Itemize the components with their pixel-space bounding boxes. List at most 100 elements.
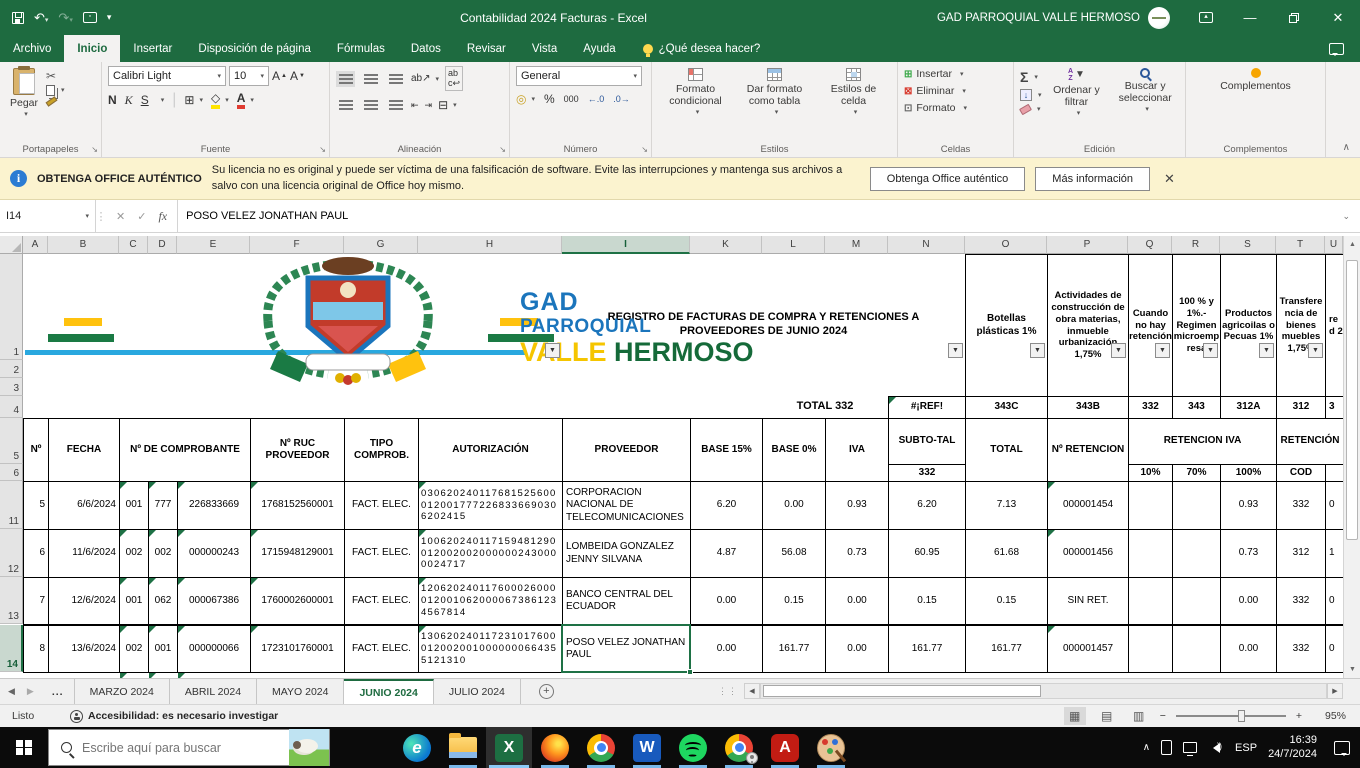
- cell[interactable]: 1723101760001: [250, 625, 345, 673]
- tab-datos[interactable]: Datos: [398, 35, 454, 62]
- fill-icon[interactable]: ↓▾: [1020, 89, 1042, 101]
- percent-style-icon[interactable]: %: [544, 92, 555, 106]
- close-icon[interactable]: ✕: [1316, 0, 1360, 35]
- cell[interactable]: 61.68: [965, 529, 1048, 578]
- cell[interactable]: 0.00: [1220, 577, 1277, 625]
- cell[interactable]: CORPORACION NACIONAL DE TELECOMUNICACION…: [562, 481, 691, 530]
- cell[interactable]: 0306202401176815256000120017772268336690…: [418, 481, 563, 530]
- cell[interactable]: 0.00: [825, 625, 889, 673]
- page-break-view-icon[interactable]: ▥: [1128, 707, 1150, 725]
- cancel-icon[interactable]: ✕: [116, 210, 125, 223]
- cell[interactable]: 312: [1276, 529, 1326, 578]
- get-office-button[interactable]: Obtenga Office auténtico: [870, 167, 1026, 191]
- row-header-1[interactable]: 1: [0, 254, 23, 360]
- cell[interactable]: 1768152560001: [250, 481, 345, 530]
- cell[interactable]: RETENCIÓN: [1276, 418, 1343, 465]
- cell[interactable]: Nº DE COMPROBANTE: [119, 418, 251, 482]
- cell[interactable]: 4.87: [690, 529, 763, 578]
- cell[interactable]: FACT. ELEC.: [344, 625, 419, 673]
- cell[interactable]: 100%: [1220, 464, 1277, 482]
- close-warning-icon[interactable]: ✕: [1164, 171, 1175, 187]
- cell[interactable]: 0.00: [690, 625, 763, 673]
- paste-button[interactable]: Pegar▾: [6, 66, 42, 139]
- cell[interactable]: BANCO CENTRAL DEL ECUADOR: [562, 577, 691, 625]
- undo-icon[interactable]: ↶▾: [34, 11, 48, 24]
- cell[interactable]: LOMBEIDA GONZALEZ JENNY SILVANA: [562, 529, 691, 578]
- taskbar-paint[interactable]: [808, 727, 854, 768]
- cell[interactable]: Cuando no hay retención: [1128, 254, 1173, 397]
- cell[interactable]: 0.00: [690, 577, 763, 625]
- print-preview-icon[interactable]: ▫: [83, 12, 97, 23]
- cell[interactable]: FACT. ELEC.: [344, 529, 419, 578]
- scroll-left-icon[interactable]: ◀: [744, 683, 760, 699]
- taskbar-chrome-profile[interactable]: [716, 727, 762, 768]
- cell[interactable]: 000001454: [1047, 481, 1129, 530]
- fill-handle[interactable]: [687, 669, 693, 675]
- cell[interactable]: 1206202401176000260000120010620000673861…: [418, 577, 563, 625]
- row-header-11[interactable]: 11: [0, 481, 23, 529]
- cell[interactable]: SIN RET.: [1047, 577, 1129, 625]
- col-header-D[interactable]: D: [148, 236, 177, 254]
- vertical-scrollbar[interactable]: ▲ ▼: [1343, 236, 1360, 678]
- row-header-6[interactable]: 6: [0, 464, 23, 481]
- row-header-13[interactable]: 13: [0, 577, 23, 624]
- col-header-U[interactable]: U: [1325, 236, 1343, 254]
- zoom-out-icon[interactable]: −: [1160, 710, 1166, 722]
- align-left-icon[interactable]: [336, 97, 355, 113]
- sheet-tab-mayo[interactable]: MAYO 2024: [257, 679, 344, 704]
- new-sheet-button[interactable]: +: [539, 679, 554, 704]
- align-bottom-icon[interactable]: [386, 71, 405, 87]
- col-header-B[interactable]: B: [48, 236, 119, 254]
- delete-cells-button[interactable]: ⊠Eliminar▾: [904, 85, 1007, 97]
- cell[interactable]: 6.20: [888, 481, 966, 530]
- cell[interactable]: FACT. ELEC.: [344, 481, 419, 530]
- zoom-in-icon[interactable]: +: [1296, 710, 1302, 722]
- cell[interactable]: Botellas plásticas 1%: [965, 254, 1048, 397]
- cell[interactable]: IVA: [825, 418, 889, 482]
- grow-font-icon[interactable]: A▲: [272, 69, 287, 83]
- tab-vista[interactable]: Vista: [519, 35, 570, 62]
- formula-input[interactable]: POSO VELEZ JONATHAN PAUL: [178, 200, 1332, 232]
- cell[interactable]: 6.20: [690, 481, 763, 530]
- device-icon[interactable]: [1161, 740, 1172, 755]
- hidden-icons-chevron[interactable]: ∧: [1143, 742, 1150, 753]
- cell[interactable]: [1128, 577, 1173, 625]
- cell[interactable]: 332: [1128, 396, 1173, 419]
- cell[interactable]: 0: [1325, 625, 1343, 673]
- worksheet-grid[interactable]: GAD PARROQUIAL VALLE HERMOSO ABCDEFGHIKL…: [0, 236, 1343, 678]
- cell[interactable]: 8: [23, 625, 49, 673]
- col-header-Q[interactable]: Q: [1128, 236, 1172, 254]
- row-header-3[interactable]: 3: [0, 378, 23, 396]
- cell[interactable]: 6/6/2024: [48, 481, 120, 530]
- col-header-I[interactable]: I: [562, 236, 690, 254]
- language-indicator[interactable]: ESP: [1235, 742, 1257, 754]
- redo-icon[interactable]: ↷▾: [58, 11, 72, 24]
- cell[interactable]: [1172, 625, 1221, 673]
- underline-dropdown-icon[interactable]: ▾: [161, 96, 165, 104]
- accounting-format-icon[interactable]: ◎▾: [516, 92, 535, 106]
- minimize-icon[interactable]: —: [1228, 0, 1272, 35]
- cell[interactable]: COD: [1276, 464, 1326, 482]
- cell[interactable]: 343: [1172, 396, 1221, 419]
- cell[interactable]: Actividades de construcción de obra mate…: [1047, 254, 1129, 397]
- insert-function-icon[interactable]: fx: [158, 209, 167, 224]
- cell[interactable]: 100 % y 1%.- Regimen microempresa: [1172, 254, 1221, 397]
- filter-dropdown-icon[interactable]: ▼: [1259, 343, 1274, 358]
- cell[interactable]: 7: [23, 577, 49, 625]
- cell[interactable]: 1006202401171594812900120020020000002430…: [418, 529, 563, 578]
- cell[interactable]: TOTAL 332: [762, 396, 888, 418]
- col-header-O[interactable]: O: [965, 236, 1047, 254]
- sheet-nav-left-icon[interactable]: ◀: [8, 686, 15, 697]
- taskbar-search[interactable]: [48, 729, 330, 766]
- filter-dropdown-icon[interactable]: ▼: [1030, 343, 1045, 358]
- comma-style-icon[interactable]: 000: [564, 94, 579, 104]
- filter-dropdown-icon[interactable]: ▼: [1203, 343, 1218, 358]
- wrap-text-icon[interactable]: abc↩: [445, 66, 463, 91]
- name-box[interactable]: I14▾: [0, 200, 96, 232]
- cell[interactable]: 0.15: [888, 577, 966, 625]
- conditional-formatting-button[interactable]: Formato condicional▾: [658, 66, 733, 139]
- sheet-tab-julio[interactable]: JULIO 2024: [434, 679, 521, 704]
- dialog-launcher-icon[interactable]: ↘: [91, 145, 98, 154]
- sheet-tab-junio[interactable]: JUNIO 2024: [344, 679, 433, 704]
- cell[interactable]: FECHA: [48, 418, 120, 482]
